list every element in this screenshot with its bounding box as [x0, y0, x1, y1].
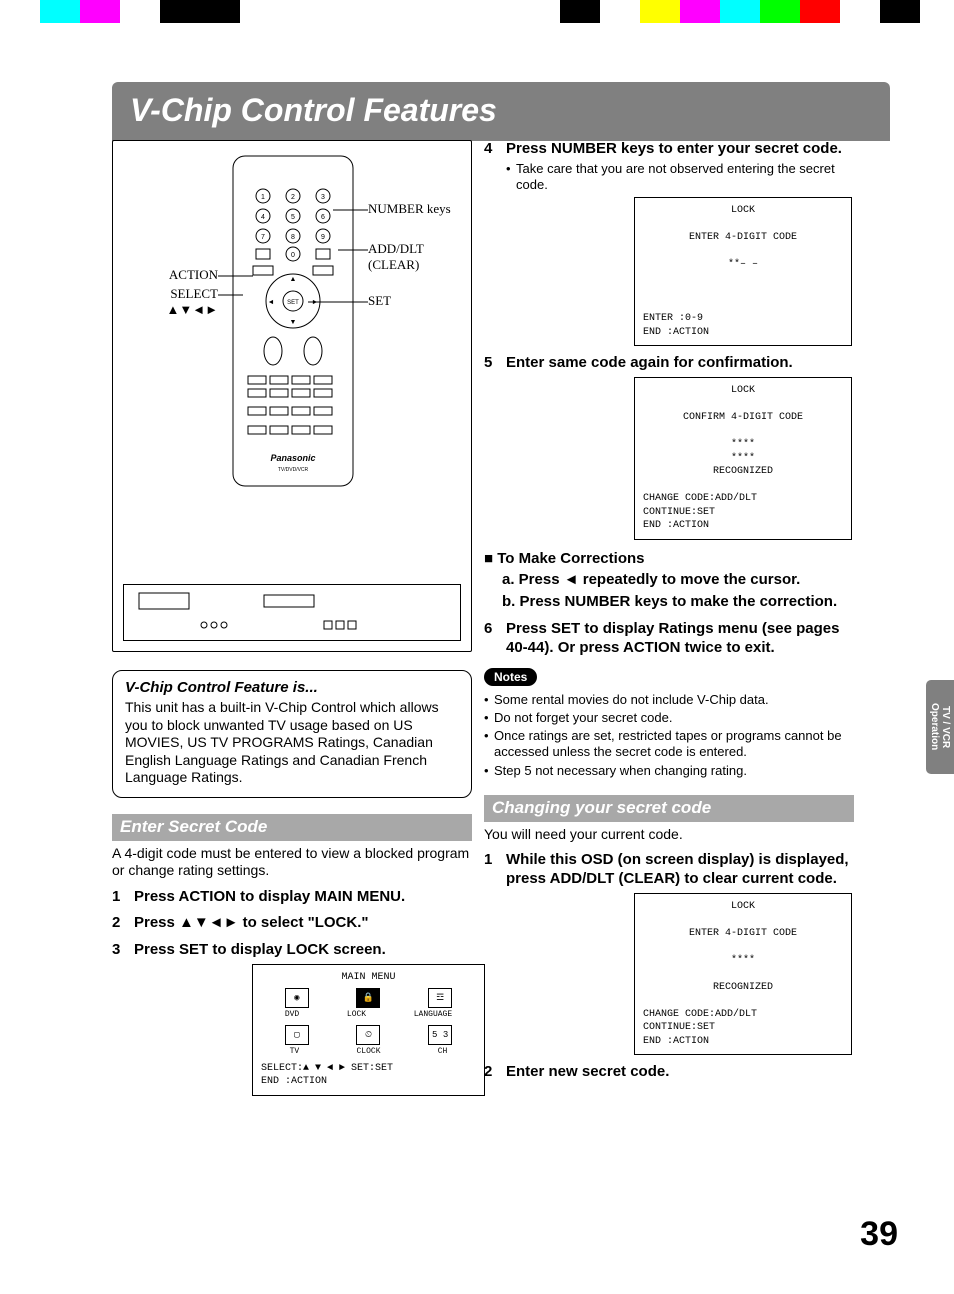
colorbar-right	[560, 0, 920, 23]
label-set: SET	[368, 293, 391, 308]
svg-text:2: 2	[291, 194, 295, 201]
svg-text:Panasonic: Panasonic	[270, 453, 315, 463]
step-6: 6Press SET to display Ratings menu (see …	[484, 620, 854, 658]
section-tab: TV / VCR Operation	[926, 680, 954, 774]
page-title-banner: V-Chip Control Features	[112, 82, 890, 141]
step-1: 1Press ACTION to display MAIN MENU.	[112, 888, 472, 907]
enter-secret-intro: A 4-digit code must be entered to view a…	[112, 845, 472, 880]
page-title: V-Chip Control Features	[130, 92, 497, 128]
svg-text:9: 9	[321, 234, 325, 241]
svg-text:7: 7	[261, 234, 265, 241]
svg-text:▲: ▲	[290, 276, 297, 283]
vcr-front-illustration	[123, 584, 461, 641]
step-5: 5Enter same code again for confirmation.	[484, 354, 854, 373]
osd-icon-dvd: ◉	[285, 988, 309, 1008]
remote-diagram: 1 2 3 4 5 6 7 8 9 0 SET ▲ ▼ ◄	[112, 140, 472, 652]
label-select: SELECT	[170, 286, 218, 301]
osd-icon-clock: ⏲	[356, 1025, 380, 1045]
changing-step-2: 2Enter new secret code.	[484, 1063, 854, 1082]
label-action: ACTION	[169, 267, 218, 282]
corrections-head: ■ To Make Corrections	[484, 550, 854, 567]
heading-changing-code: Changing your secret code	[484, 795, 854, 822]
note-4: •Step 5 not necessary when changing rati…	[484, 763, 854, 779]
svg-text:4: 4	[261, 214, 265, 221]
osd-icon-tv: ▢	[285, 1025, 309, 1045]
svg-text:5: 5	[291, 214, 295, 221]
svg-text:◄: ◄	[268, 299, 275, 306]
notes-label: Notes	[484, 668, 537, 686]
correction-b: b. Press NUMBER keys to make the correct…	[502, 593, 854, 612]
feature-box: V-Chip Control Feature is... This unit h…	[112, 670, 472, 798]
note-3: •Once ratings are set, restricted tapes …	[484, 728, 854, 761]
svg-text:SET: SET	[287, 300, 299, 306]
osd-lock-enter: LOCK ENTER 4-DIGIT CODE **– – ENTER :0-9…	[634, 197, 852, 346]
osd-main-menu: MAIN MENU ◉ 🔒 ☲ DVD LOCK LANGUAGE ▢ ⏲ 5 …	[252, 964, 485, 1096]
svg-text:6: 6	[321, 214, 325, 221]
feature-body: This unit has a built-in V-Chip Control …	[125, 699, 459, 787]
svg-text:TV/DVD/VCR: TV/DVD/VCR	[278, 467, 309, 473]
page-number: 39	[860, 1215, 898, 1254]
changing-intro: You will need your current code.	[484, 826, 854, 844]
svg-text:0: 0	[291, 252, 295, 259]
svg-text:▼: ▼	[290, 319, 297, 326]
label-select-arrows: ▲▼◄►	[167, 302, 218, 317]
svg-text:1: 1	[261, 194, 265, 201]
colorbar-left	[40, 0, 280, 23]
note-1: •Some rental movies do not include V-Chi…	[484, 692, 854, 708]
step-4: 4Press NUMBER keys to enter your secret …	[484, 140, 854, 159]
label-number: NUMBER keys	[368, 201, 451, 216]
osd-lock-confirm: LOCK CONFIRM 4-DIGIT CODE **** **** RECO…	[634, 377, 852, 540]
step-4-sub: •Take care that you are not observed ent…	[506, 161, 854, 194]
correction-a: a. Press ◄ repeatedly to move the cursor…	[502, 571, 854, 590]
remote-illustration: 1 2 3 4 5 6 7 8 9 0 SET ▲ ▼ ◄	[228, 151, 358, 491]
osd-icon-lock: 🔒	[356, 988, 380, 1008]
changing-step-1: 1While this OSD (on screen display) is d…	[484, 851, 854, 889]
feature-title: V-Chip Control Feature is...	[125, 679, 459, 696]
step-3: 3Press SET to display LOCK screen.	[112, 941, 472, 960]
heading-enter-secret: Enter Secret Code	[112, 814, 472, 841]
svg-text:8: 8	[291, 234, 295, 241]
note-2: •Do not forget your secret code.	[484, 710, 854, 726]
step-2: 2Press ▲▼◄► to select "LOCK."	[112, 914, 472, 933]
label-add-dlt: ADD/DLT (CLEAR)	[368, 241, 424, 272]
svg-text:3: 3	[321, 194, 325, 201]
osd-icon-ch: 5 3	[428, 1025, 452, 1045]
osd-icon-language: ☲	[428, 988, 452, 1008]
osd-lock-change: LOCK ENTER 4-DIGIT CODE **** RECOGNIZED …	[634, 893, 852, 1056]
